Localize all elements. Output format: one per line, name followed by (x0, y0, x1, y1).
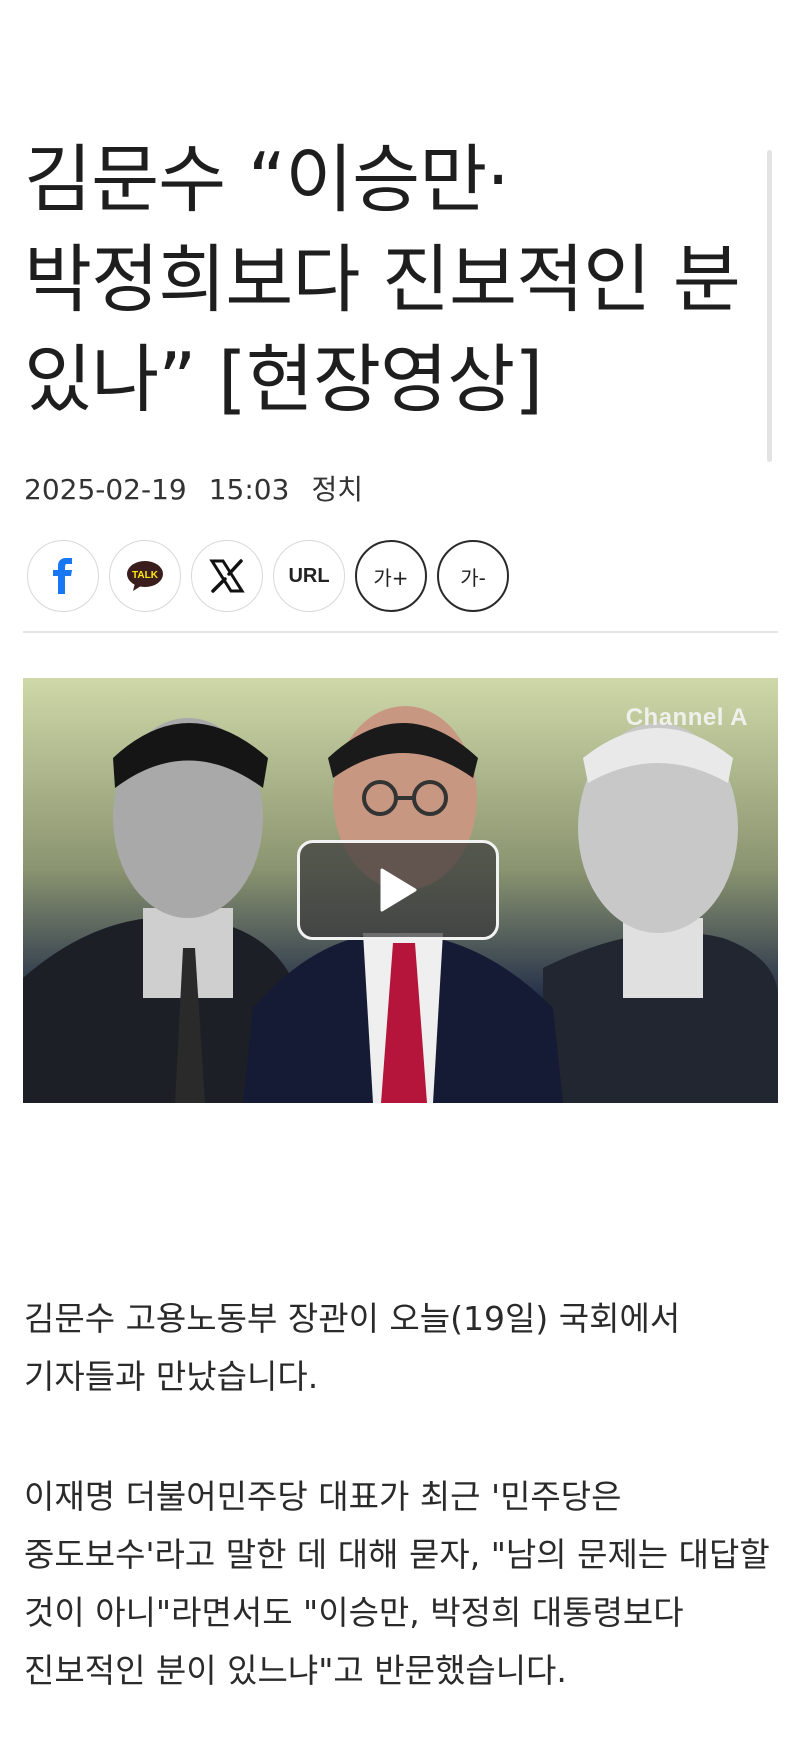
x-icon (209, 559, 245, 593)
kakaotalk-label: TALK (132, 570, 159, 581)
x-share-button[interactable] (191, 540, 263, 612)
article-category[interactable]: 정치 (311, 470, 363, 510)
divider (23, 631, 778, 633)
font-decrease-button[interactable]: 가- (437, 540, 509, 612)
article-paragraph: 이재명 더불어민주당 대표가 최근 '민주당은 중도보수'라고 말한 데 대해 … (24, 1477, 770, 1690)
video-player[interactable]: Channel A (23, 678, 778, 1103)
url-label: URL (288, 564, 330, 587)
article-meta: 2025-02-19 15:03 정치 (24, 470, 363, 510)
article-date: 2025-02-19 (24, 473, 187, 506)
font-increase-label: 가+ (373, 565, 409, 590)
play-button[interactable] (297, 840, 499, 940)
article-time: 15:03 (208, 473, 290, 506)
font-increase-button[interactable]: 가+ (355, 540, 427, 612)
share-bar: TALK URL 가+ 가- (27, 540, 509, 616)
article-headline: 김문수 “이승만·박정희보다 진보적인 분 있나” [현장영상] (24, 137, 741, 423)
channel-logo: Channel A (625, 704, 748, 731)
font-decrease-label: 가- (460, 565, 486, 590)
play-icon (380, 868, 417, 912)
facebook-icon (53, 558, 72, 594)
kakaotalk-icon: TALK (127, 561, 163, 591)
kakaotalk-share-button[interactable]: TALK (109, 540, 181, 612)
article-paragraph: 김문수 고용노동부 장관이 오늘(19일) 국회에서 기자들과 만났습니다. (24, 1299, 681, 1396)
facebook-share-button[interactable] (27, 540, 99, 612)
url-copy-button[interactable]: URL (273, 540, 345, 612)
